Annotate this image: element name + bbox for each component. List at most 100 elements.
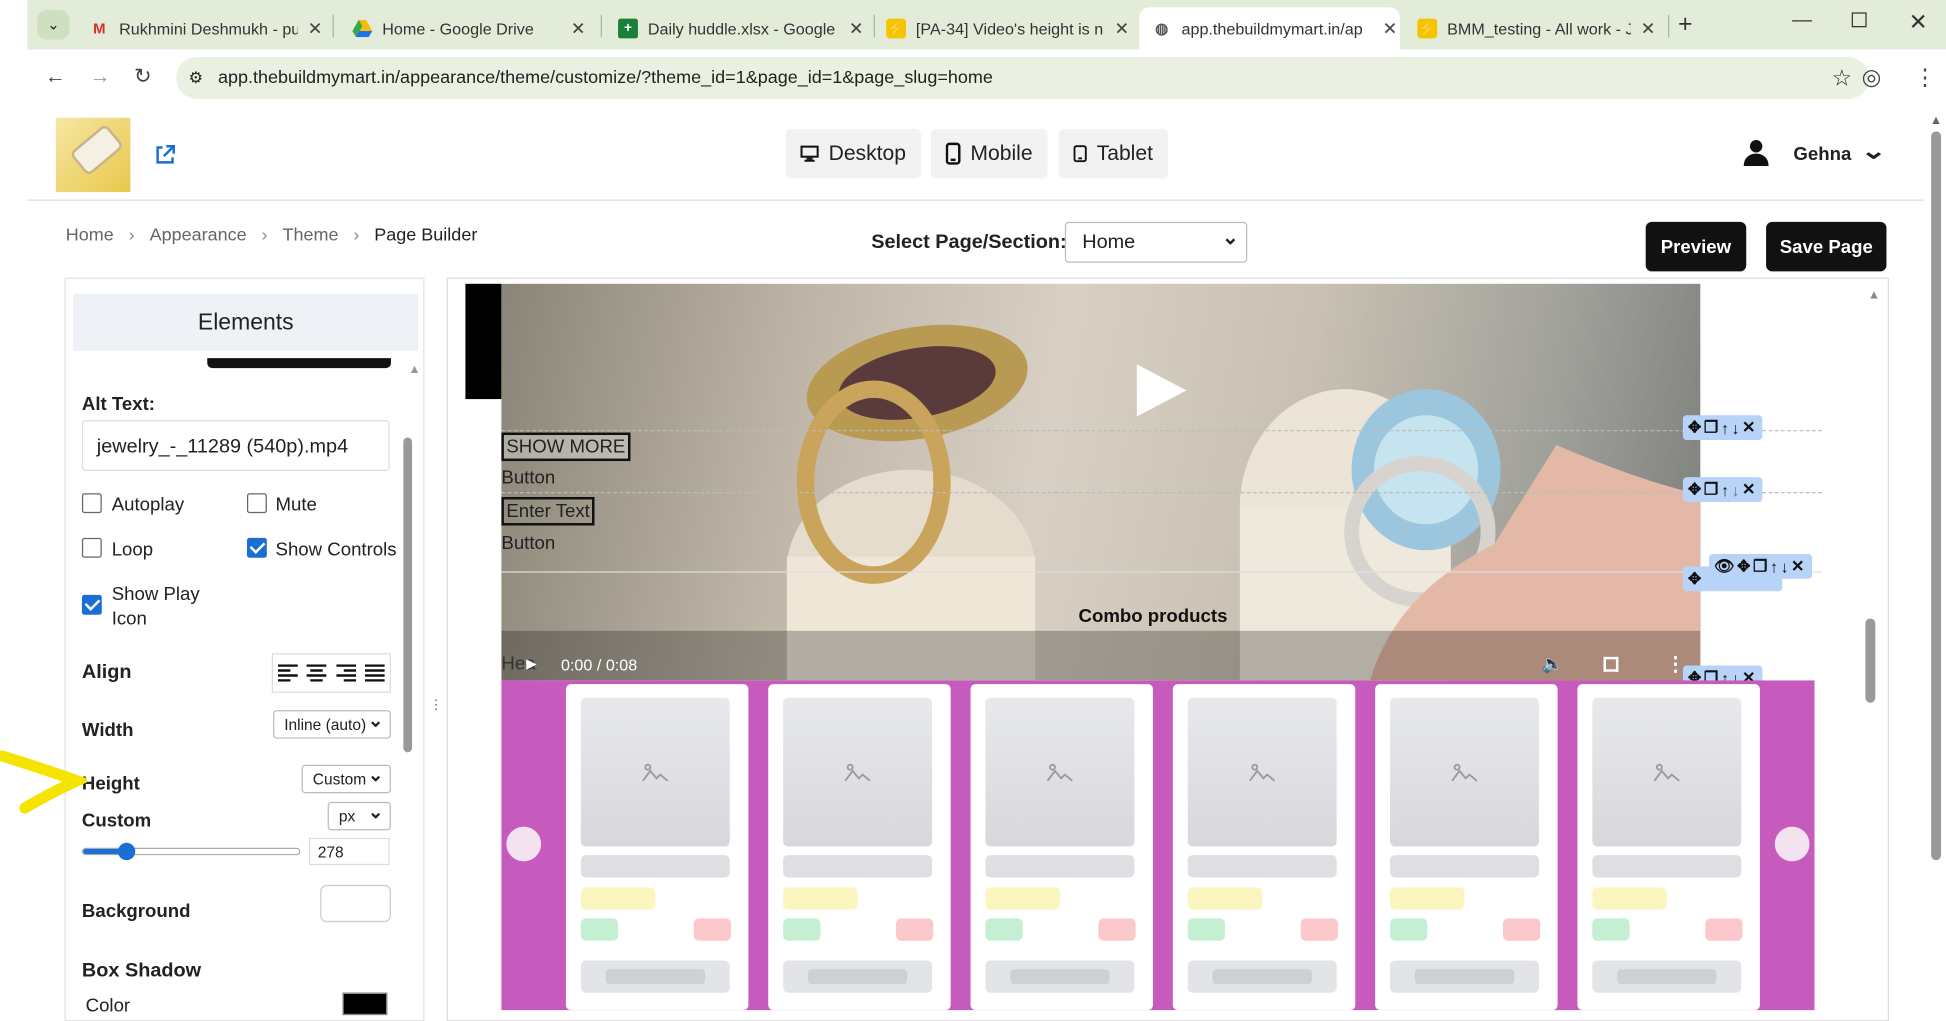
- product-card-placeholder[interactable]: [1375, 684, 1558, 1011]
- video-play-icon[interactable]: ▶: [526, 656, 537, 672]
- browser-tab[interactable]: Home - Google Drive ✕: [340, 7, 588, 49]
- new-tab-button[interactable]: +: [1678, 11, 1693, 40]
- move-down-icon: ↓: [1731, 480, 1742, 499]
- store-logo[interactable]: [55, 117, 131, 193]
- site-settings-icon[interactable]: ⚙: [189, 68, 203, 88]
- url-bar[interactable]: ⚙ app.thebuildmymart.in/appearance/theme…: [176, 57, 1870, 100]
- mute-label: Mute: [275, 494, 317, 516]
- product-card-placeholder[interactable]: [768, 684, 951, 1011]
- fullscreen-icon[interactable]: [1603, 656, 1619, 672]
- breadcrumb-appearance[interactable]: Appearance: [150, 226, 247, 246]
- bookmark-star-icon[interactable]: ☆: [1832, 65, 1852, 91]
- enter-text-button[interactable]: Enter Text: [501, 496, 595, 526]
- product-card-placeholder[interactable]: [1577, 684, 1760, 1011]
- forward-icon[interactable]: →: [89, 64, 110, 89]
- page-scroll-up-icon[interactable]: ▲: [1930, 114, 1942, 128]
- element-toolbar[interactable]: ✥ ❐ ↑ ↓ ✕: [1682, 415, 1763, 440]
- browser-menu-icon[interactable]: ⋮: [1914, 64, 1936, 90]
- alt-text-input[interactable]: jewelry_-_11289 (540p).mp4: [81, 420, 390, 471]
- guide-line: [501, 492, 1822, 494]
- tablet-view-button[interactable]: Tablet: [1058, 128, 1168, 179]
- save-page-button[interactable]: Save Page: [1766, 221, 1887, 272]
- breadcrumb: Home › Appearance › Theme › Page Builder: [66, 226, 478, 246]
- width-select[interactable]: Inline (auto): [273, 709, 391, 739]
- canvas-scroll-up-icon[interactable]: ▲: [1868, 289, 1880, 303]
- button-element-1[interactable]: Button: [501, 467, 555, 488]
- reload-icon[interactable]: ↻: [134, 64, 152, 89]
- image-icon: [844, 763, 871, 782]
- tag-placeholder: [1187, 887, 1263, 910]
- align-button-group: [271, 653, 391, 693]
- page-select-dropdown[interactable]: Home ⌄: [1064, 221, 1248, 263]
- user-name[interactable]: Gehna: [1793, 144, 1851, 165]
- price-placeholder: [783, 918, 821, 941]
- delete-icon: ✕: [1791, 556, 1808, 576]
- volume-icon[interactable]: 🔈: [1541, 653, 1563, 674]
- breadcrumb-theme[interactable]: Theme: [282, 226, 338, 246]
- user-avatar-icon[interactable]: [1743, 139, 1770, 172]
- mute-checkbox[interactable]: [246, 493, 267, 514]
- show-more-button[interactable]: SHOW MORE: [501, 432, 631, 462]
- product-card-placeholder[interactable]: [970, 684, 1153, 1011]
- align-justify-icon[interactable]: [365, 664, 386, 682]
- show-controls-checkbox[interactable]: [246, 537, 267, 558]
- element-toolbar[interactable]: ✥ ❐ ↑ ↓ ✕: [1682, 477, 1763, 502]
- image-icon: [1451, 763, 1478, 782]
- user-menu-chevron-icon[interactable]: ⌄: [1860, 139, 1886, 165]
- canvas-scrollbar[interactable]: [1865, 618, 1876, 703]
- close-icon[interactable]: ✕: [571, 18, 588, 39]
- button-placeholder: [580, 960, 730, 993]
- close-icon[interactable]: ✕: [1641, 18, 1658, 39]
- carousel-prev-button[interactable]: [506, 826, 542, 862]
- close-icon[interactable]: ✕: [308, 18, 325, 39]
- product-card-placeholder[interactable]: [565, 684, 749, 1011]
- autoplay-checkbox[interactable]: [81, 493, 102, 514]
- height-value-input[interactable]: 278: [309, 837, 390, 866]
- mobile-view-button[interactable]: Mobile: [930, 128, 1048, 179]
- breadcrumb-home[interactable]: Home: [66, 226, 114, 246]
- page-scrollbar[interactable]: [1931, 131, 1942, 861]
- close-icon[interactable]: ✕: [1115, 18, 1132, 39]
- close-icon[interactable]: ✕: [849, 18, 866, 39]
- browser-tab[interactable]: ⚡ [PA-34] Video's height is n ✕: [874, 7, 1132, 49]
- price-placeholder: [580, 918, 619, 941]
- back-icon[interactable]: ←: [45, 64, 66, 89]
- browser-tab-active[interactable]: ◍ app.thebuildmymart.in/ap ✕: [1139, 7, 1400, 50]
- shadow-color-swatch[interactable]: [342, 992, 388, 1016]
- button-element-2[interactable]: Button: [501, 533, 555, 554]
- upload-button-edge[interactable]: [207, 358, 391, 369]
- align-right-icon[interactable]: [336, 664, 356, 682]
- restore-icon[interactable]: [1851, 12, 1867, 28]
- show-play-icon-checkbox[interactable]: [81, 594, 102, 615]
- window-close-icon[interactable]: ✕: [1909, 10, 1928, 36]
- external-link-icon[interactable]: [154, 144, 176, 173]
- price-placeholder: [1592, 918, 1630, 941]
- product-card-placeholder[interactable]: [1172, 684, 1356, 1011]
- move-icon: ✥: [1687, 479, 1704, 499]
- desktop-view-button[interactable]: Desktop: [785, 128, 921, 179]
- browser-tab[interactable]: M Rukhmini Deshmukh - pun ✕: [77, 7, 325, 49]
- preview-button[interactable]: Preview: [1645, 221, 1747, 272]
- height-select[interactable]: Custom: [301, 763, 391, 794]
- carousel-next-button[interactable]: [1774, 826, 1810, 862]
- tab-search-button[interactable]: ⌄: [37, 9, 70, 40]
- panel-scrollbar[interactable]: [403, 437, 413, 753]
- browser-tab[interactable]: + Daily huddle.xlsx - Google ✕: [606, 7, 867, 49]
- unit-select[interactable]: px: [327, 801, 391, 831]
- section-toolbar[interactable]: 👁 ✥ ❐ ↑ ↓ ✕: [1708, 554, 1812, 579]
- height-slider-thumb[interactable]: [118, 842, 136, 861]
- align-left-icon[interactable]: [277, 664, 298, 682]
- loop-checkbox[interactable]: [81, 537, 102, 558]
- align-center-icon[interactable]: [306, 664, 327, 682]
- image-placeholder: [580, 697, 730, 847]
- delete-icon: ✕: [1741, 479, 1758, 499]
- profile-icon[interactable]: ◎: [1862, 64, 1882, 90]
- minimize-icon[interactable]: —: [1792, 10, 1812, 32]
- browser-tab[interactable]: ⚡ BMM_testing - All work - J ✕: [1405, 7, 1658, 49]
- close-icon[interactable]: ✕: [1383, 18, 1400, 39]
- background-color-picker[interactable]: [320, 884, 391, 923]
- video-element[interactable]: Combo products Hea ▶ 0:00 / 0:08 🔈 ⋮: [501, 283, 1701, 681]
- tab-title: Home - Google Drive: [382, 19, 534, 38]
- scroll-up-icon[interactable]: ▲: [408, 363, 420, 377]
- height-slider-track[interactable]: [81, 842, 301, 861]
